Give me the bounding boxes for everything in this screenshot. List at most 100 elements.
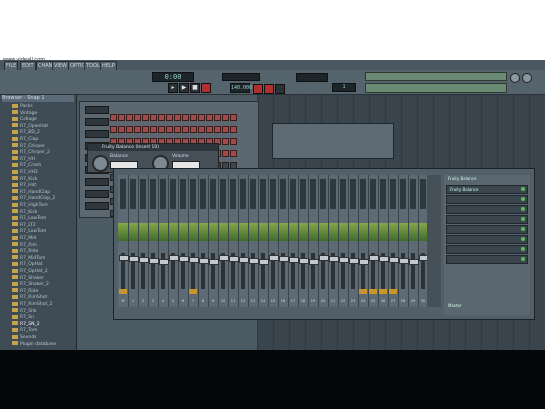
mixer-strip[interactable]: 17 (288, 175, 299, 307)
fader-handle[interactable] (259, 259, 269, 265)
slot-enable-led[interactable] (521, 237, 525, 241)
fader-handle[interactable] (119, 255, 129, 261)
mixer-strip[interactable]: 6 (178, 175, 189, 307)
channel-button[interactable] (85, 106, 109, 114)
mixer-strip[interactable]: 26 (378, 175, 389, 307)
stop-button[interactable]: ■ (190, 83, 200, 93)
fader-handle[interactable] (249, 258, 259, 264)
mixer-strip[interactable]: 5 (168, 175, 179, 307)
fader-handle[interactable] (149, 258, 159, 264)
fader-handle[interactable] (189, 257, 199, 263)
slot-enable-led[interactable] (521, 257, 525, 261)
fader-handle[interactable] (369, 255, 379, 261)
fx-send-indicator[interactable] (379, 289, 387, 294)
mixer-strip[interactable]: 28 (398, 175, 409, 307)
fx-send-indicator[interactable] (119, 289, 127, 294)
fader-handle[interactable] (169, 255, 179, 261)
fader-handle[interactable] (239, 257, 249, 263)
mixer-strip[interactable]: 19 (308, 175, 319, 307)
tempo-display[interactable]: 140.000 (230, 83, 252, 93)
fader-handle[interactable] (159, 259, 169, 265)
fader-handle[interactable] (219, 255, 229, 261)
channel-button[interactable] (85, 178, 109, 186)
fader-handle[interactable] (269, 255, 279, 261)
fader-handle[interactable] (389, 257, 399, 263)
fader-handle[interactable] (139, 257, 149, 263)
fader-handle[interactable] (399, 258, 409, 264)
balance-knob[interactable] (92, 155, 109, 172)
mixer-strip[interactable]: 25 (368, 175, 379, 307)
mixer-strip[interactable]: M (118, 175, 129, 307)
play-button[interactable]: ▶ (179, 83, 189, 93)
fader-handle[interactable] (179, 256, 189, 262)
fx-send-indicator[interactable] (389, 289, 397, 294)
mixer-strip[interactable]: 2 (138, 175, 149, 307)
snap-button[interactable] (253, 84, 263, 94)
browser-item[interactable]: Plugin database (12, 341, 56, 348)
mixer-strip[interactable]: 12 (238, 175, 249, 307)
mixer-strip[interactable]: 14 (258, 175, 269, 307)
mixer-strip[interactable]: 29 (408, 175, 419, 307)
fader-handle[interactable] (319, 255, 329, 261)
record-button[interactable] (201, 83, 211, 93)
effect-slot[interactable] (446, 215, 528, 224)
slot-enable-led[interactable] (521, 207, 525, 211)
mixer-strip[interactable]: 1 (128, 175, 139, 307)
effect-slot[interactable] (446, 235, 528, 244)
slot-enable-led[interactable] (521, 247, 525, 251)
master-volume-knob[interactable] (510, 73, 520, 83)
mixer-strip[interactable]: 16 (278, 175, 289, 307)
slot-enable-led[interactable] (521, 217, 525, 221)
fader-handle[interactable] (359, 259, 369, 265)
fader-handle[interactable] (339, 257, 349, 263)
channel-button[interactable] (85, 202, 109, 210)
mixer-strip[interactable]: 24 (358, 175, 369, 307)
effect-slot[interactable] (446, 245, 528, 254)
master-pitch-knob[interactable] (522, 73, 532, 83)
mixer-strip[interactable]: 23 (348, 175, 359, 307)
mixer-strip[interactable]: 15 (268, 175, 279, 307)
countdown-button[interactable] (275, 84, 285, 94)
mixer-strip[interactable]: 9 (208, 175, 219, 307)
fader-handle[interactable] (349, 258, 359, 264)
mixer-strip[interactable]: 21 (328, 175, 339, 307)
mixer-strip[interactable]: 10 (218, 175, 229, 307)
pattern-mode-button[interactable]: ▸ (168, 83, 178, 93)
slot-enable-led[interactable] (521, 227, 525, 231)
effect-slot[interactable] (446, 225, 528, 234)
fader-handle[interactable] (229, 256, 239, 262)
fader-handle[interactable] (409, 259, 419, 265)
effect-slot[interactable] (446, 255, 528, 264)
mixer-strip[interactable]: 3 (148, 175, 159, 307)
effect-slot[interactable] (446, 205, 528, 214)
fader-handle[interactable] (379, 256, 389, 262)
metronome-button[interactable] (264, 84, 274, 94)
mixer-strip[interactable]: 22 (338, 175, 349, 307)
fader-handle[interactable] (209, 259, 219, 265)
fader-handle[interactable] (309, 259, 319, 265)
mixer-strip[interactable]: 8 (198, 175, 209, 307)
mixer-strip[interactable]: 13 (248, 175, 259, 307)
fx-send-indicator[interactable] (369, 289, 377, 294)
slot-enable-led[interactable] (521, 197, 525, 201)
mixer-strip[interactable]: 4 (158, 175, 169, 307)
effect-slot[interactable]: Fruity Balance (446, 185, 528, 194)
fx-send-indicator[interactable] (189, 289, 197, 294)
mixer-strip[interactable]: 27 (388, 175, 399, 307)
fader-handle[interactable] (199, 258, 209, 264)
fader-handle[interactable] (279, 256, 289, 262)
mixer-strip[interactable]: 20 (318, 175, 329, 307)
fader-handle[interactable] (299, 258, 309, 264)
fader-handle[interactable] (129, 256, 139, 262)
mixer-strip[interactable]: 11 (228, 175, 239, 307)
pattern-selector[interactable]: 1 (332, 83, 356, 92)
channel-button[interactable] (85, 118, 109, 126)
fx-send-indicator[interactable] (359, 289, 367, 294)
channel-button[interactable] (85, 130, 109, 138)
mixer-strip[interactable]: 18 (298, 175, 309, 307)
fader-handle[interactable] (329, 256, 339, 262)
mixer-strip[interactable]: 7 (188, 175, 199, 307)
fader-handle[interactable] (289, 257, 299, 263)
channel-button[interactable] (85, 190, 109, 198)
slot-enable-led[interactable] (521, 187, 525, 191)
